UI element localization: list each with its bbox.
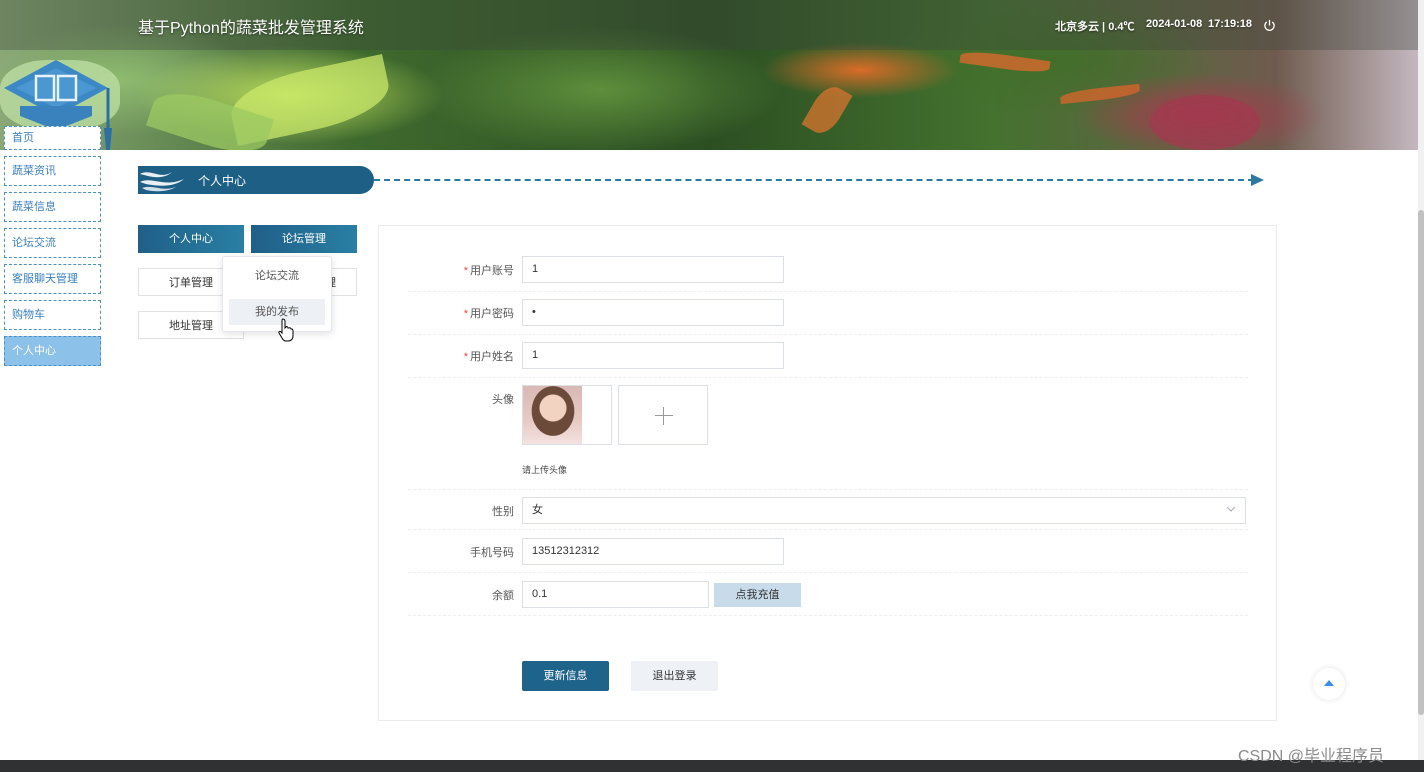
banner-leaf (801, 80, 853, 140)
account-input[interactable]: 1 (522, 256, 784, 283)
password-label: * 用户密码 (414, 305, 514, 321)
gender-label: 性别 (492, 506, 514, 518)
section-title: 个人中心 (198, 174, 247, 188)
row-divider (408, 291, 1248, 292)
balance-label: 余额 (492, 590, 514, 602)
tab-personal-center[interactable]: 个人中心 (138, 225, 244, 253)
row-divider (408, 489, 1248, 490)
row-divider (408, 529, 1248, 530)
name-label: * 用户姓名 (414, 348, 514, 364)
arrow-up-icon (1324, 680, 1334, 686)
account-label-text: 用户账号 (470, 265, 514, 277)
row-divider (408, 572, 1248, 573)
phone-input[interactable]: 13512312312 (522, 538, 784, 565)
banner-leaf (959, 48, 1051, 76)
chevron-down-icon (1226, 506, 1236, 512)
hand-cursor-icon (278, 318, 294, 342)
row-divider (408, 377, 1248, 378)
row-divider (408, 615, 1248, 616)
section-dashed-line (374, 179, 1254, 181)
arrow-right-icon (1251, 174, 1264, 186)
page-scrollbar[interactable] (1418, 0, 1424, 760)
power-icon[interactable] (1263, 19, 1276, 32)
site-title: 基于Python的蔬菜批发管理系统 (138, 20, 364, 37)
phone-label: 手机号码 (470, 547, 514, 559)
name-label-text: 用户姓名 (470, 351, 514, 363)
sidebar-item-vegetable-news[interactable]: 蔬菜资讯 (4, 156, 101, 186)
update-info-button[interactable]: 更新信息 (522, 661, 609, 691)
recharge-button[interactable]: 点我充值 (714, 583, 801, 607)
required-mark: * (463, 308, 468, 320)
avatar-upload-hint: 请上传头像 (522, 465, 568, 475)
logout-button[interactable]: 退出登录 (631, 661, 718, 691)
watermark-text: CSDN @毕业程序员 (1238, 748, 1385, 765)
required-mark: * (463, 265, 468, 277)
password-input[interactable]: • (522, 299, 784, 326)
tab-forum-manage[interactable]: 论坛管理 (251, 225, 357, 253)
weather-info: 北京多云 | 0.4℃ (1055, 21, 1135, 33)
wave-decoration-icon (140, 172, 184, 192)
plus-icon (663, 407, 664, 425)
section-header: 个人中心 (138, 166, 374, 194)
dropdown-item-forum[interactable]: 论坛交流 (229, 263, 325, 289)
current-date: 2024-01-08 (1146, 18, 1203, 30)
sidebar-nav: 首页 蔬菜资讯 蔬菜信息 论坛交流 客服聊天管理 购物车 个人中心 (4, 126, 101, 372)
sidebar-item-forum[interactable]: 论坛交流 (4, 228, 101, 258)
banner-leaf (1059, 83, 1141, 105)
gender-select[interactable]: 女 (522, 497, 1246, 524)
sidebar-item-cart[interactable]: 购物车 (4, 300, 101, 330)
password-label-text: 用户密码 (470, 308, 514, 320)
avatar-preview[interactable] (522, 385, 612, 445)
forum-dropdown-menu: 论坛交流 我的发布 (222, 256, 332, 332)
account-label: * 用户账号 (414, 262, 514, 278)
avatar-image (523, 386, 582, 444)
back-to-top-button[interactable] (1313, 668, 1345, 700)
plus-icon (655, 415, 673, 416)
row-divider (408, 334, 1248, 335)
scrollbar-thumb[interactable] (1418, 210, 1424, 715)
name-input[interactable]: 1 (522, 342, 784, 369)
footer-bar (0, 760, 1424, 772)
profile-form-panel (378, 225, 1277, 721)
avatar-label: 头像 (492, 394, 514, 406)
current-time: 17:19:18 (1208, 18, 1253, 30)
banner-leaf (1150, 95, 1260, 150)
balance-input[interactable]: 0.1 (522, 581, 709, 608)
sidebar-item-home[interactable]: 首页 (4, 126, 101, 150)
sidebar-item-customer-chat[interactable]: 客服聊天管理 (4, 264, 101, 294)
sidebar-item-vegetable-info[interactable]: 蔬菜信息 (4, 192, 101, 222)
dropdown-item-my-posts[interactable]: 我的发布 (229, 299, 325, 325)
sidebar-item-personal-center[interactable]: 个人中心 (4, 336, 101, 366)
required-mark: * (463, 351, 468, 363)
avatar-upload-button[interactable] (618, 385, 708, 445)
